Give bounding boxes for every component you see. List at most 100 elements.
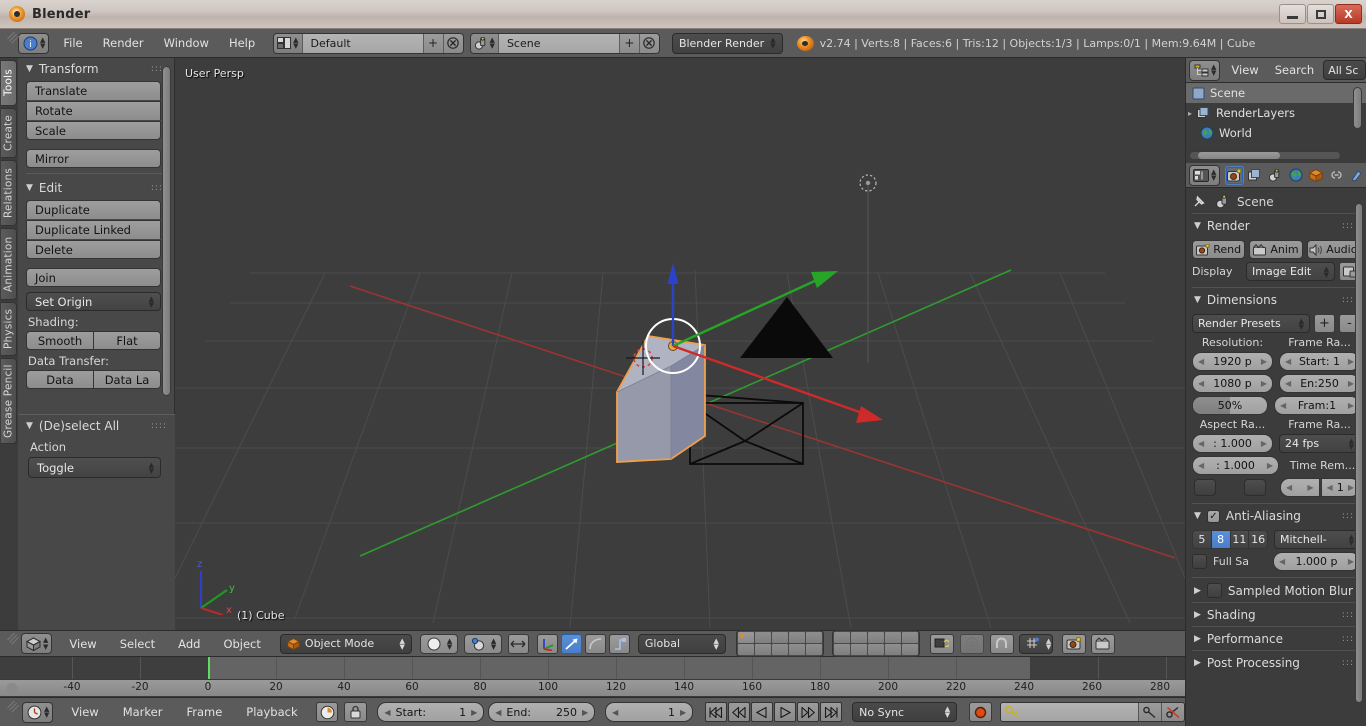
render-image-button[interactable]: Rend <box>1192 240 1245 259</box>
increment-icon[interactable]: ▶ <box>1348 379 1354 388</box>
properties-tab-constraints[interactable] <box>1327 166 1345 185</box>
set-origin-spinner[interactable]: ▲▼ <box>143 296 154 308</box>
decrement-icon[interactable]: ◀ <box>1198 379 1204 388</box>
frame-end-field[interactable]: ◀ End: 250 ▶ <box>488 702 595 722</box>
snap-magnet-icon[interactable] <box>990 634 1014 654</box>
editor-type-selector[interactable]: i ▲▼ <box>18 33 49 54</box>
rotate-button[interactable]: Rotate <box>26 101 161 120</box>
proportional-edit-icon[interactable] <box>960 634 984 654</box>
decrement-icon[interactable]: ◀ <box>1285 379 1291 388</box>
aa-sample-16[interactable]: 16 <box>1249 531 1267 548</box>
set-origin-dropdown[interactable]: Set Origin ▲▼ <box>26 292 161 311</box>
decrement-icon[interactable]: ◀ <box>495 708 501 717</box>
scene-name-value[interactable]: Scene <box>499 34 619 53</box>
crop-checkbox[interactable] <box>1244 479 1266 496</box>
screen-layout-add-button[interactable]: + <box>423 34 443 53</box>
properties-scrollbar[interactable] <box>1355 203 1363 703</box>
maximize-button[interactable] <box>1307 4 1334 24</box>
view-editor-type-selector[interactable]: ▲▼ <box>21 633 52 654</box>
increment-icon[interactable]: ▶ <box>582 708 588 717</box>
antialiasing-checkbox[interactable]: ✓ <box>1207 510 1220 523</box>
jump-to-start-icon[interactable] <box>705 702 727 722</box>
frame-rate-spinner[interactable]: ▲▼ <box>1343 438 1354 450</box>
menu-window[interactable]: Window <box>154 32 219 54</box>
increment-icon[interactable]: ▶ <box>1261 357 1267 366</box>
toolshelf-scrollbar[interactable] <box>162 66 171 396</box>
pivot-point-dropdown[interactable]: ▲▼ <box>464 634 502 654</box>
increment-icon[interactable]: ▶ <box>680 708 686 717</box>
mirror-button[interactable]: Mirror <box>26 149 161 168</box>
panel-header-shading[interactable]: ▶ Shading :::: <box>1192 602 1360 626</box>
properties-tab-render[interactable] <box>1225 166 1244 185</box>
layer-cell[interactable] <box>738 632 754 643</box>
panel-header-performance[interactable]: ▶ Performance :::: <box>1192 626 1360 650</box>
duplicate-button[interactable]: Duplicate <box>26 200 161 219</box>
tool-tab-physics[interactable]: Physics <box>1 302 17 356</box>
decrement-icon[interactable]: ◀ <box>1279 557 1285 566</box>
properties-tab-object[interactable] <box>1307 166 1325 185</box>
scale-manipulator-icon[interactable] <box>585 634 606 654</box>
tool-tab-tools[interactable]: Tools <box>1 60 17 106</box>
properties-tab-render-layers[interactable] <box>1246 166 1264 185</box>
layer-cell[interactable] <box>868 632 884 643</box>
join-button[interactable]: Join <box>26 268 161 287</box>
outliner-row-world[interactable]: World <box>1186 123 1366 143</box>
scale-button[interactable]: Scale <box>26 121 161 140</box>
scene-delete-button[interactable] <box>639 34 659 53</box>
panel-header-edit[interactable]: ▼ Edit :::: <box>18 177 175 199</box>
frame-step-field[interactable]: ◀ Fram:1 ▶ <box>1274 396 1360 415</box>
outliner-menu-search[interactable]: Search <box>1268 59 1322 81</box>
aa-sample-8[interactable]: 8 <box>1212 531 1231 548</box>
resolution-x-field[interactable]: ◀ 1920 p ▶ <box>1192 352 1273 371</box>
increment-icon[interactable]: ▶ <box>1348 557 1354 566</box>
decrement-icon[interactable]: ◀ <box>1198 439 1204 448</box>
layer-cell[interactable] <box>868 644 884 655</box>
view-menu-select[interactable]: Select <box>110 633 165 655</box>
screen-layout-spinner[interactable]: ▲▼ <box>293 37 298 50</box>
layer-cell[interactable] <box>885 644 901 655</box>
decrement-icon[interactable]: ◀ <box>1327 483 1333 492</box>
outliner-tree[interactable]: Scene ▸ RenderLayers World <box>1186 83 1366 163</box>
render-animation-icon[interactable] <box>1091 634 1115 654</box>
timeline-track[interactable] <box>0 657 1185 679</box>
properties-tab-modifiers[interactable] <box>1348 166 1366 185</box>
aa-filter-spinner[interactable]: ▲▼ <box>1343 534 1354 546</box>
scene-spinner[interactable]: ▲▼ <box>490 37 495 50</box>
delete-button[interactable]: Delete <box>26 240 161 259</box>
decrement-icon[interactable]: ◀ <box>1198 461 1204 470</box>
aa-samples-segmented[interactable]: 5 8 11 16 <box>1192 530 1268 549</box>
aa-sample-5[interactable]: 5 <box>1193 531 1212 548</box>
outliner-horizontal-scrollbar-track[interactable] <box>1189 151 1341 160</box>
outliner-menu-view[interactable]: View <box>1224 59 1265 81</box>
properties-editor-type-selector[interactable]: ▲▼ <box>1189 165 1220 186</box>
outliner-display-mode-dropdown[interactable]: All Sc <box>1323 60 1366 80</box>
decrement-icon[interactable]: ◀ <box>612 708 618 717</box>
action-dropdown[interactable]: Toggle ▲▼ <box>28 457 161 478</box>
data-transfer-layout-button[interactable]: Data La <box>94 370 161 389</box>
view-editor-spinner[interactable]: ▲▼ <box>43 637 48 650</box>
panel-grip-icon[interactable]: :::: <box>151 424 167 429</box>
auto-keyframe-icon[interactable] <box>316 702 339 722</box>
layer-cell[interactable] <box>755 644 771 655</box>
layer-cell[interactable] <box>902 632 918 643</box>
timeline-menu-frame[interactable]: Frame <box>176 701 232 723</box>
outliner-vertical-scrollbar[interactable] <box>1353 87 1362 129</box>
view-menu-object[interactable]: Object <box>213 633 270 655</box>
display-mode-spinner[interactable]: ▲▼ <box>1318 266 1329 278</box>
outliner-row-scene[interactable]: Scene <box>1186 83 1366 103</box>
increment-icon[interactable]: ▶ <box>1348 401 1354 410</box>
tool-tab-grease-pencil[interactable]: Grease Pencil <box>1 358 17 444</box>
render-presets-dropdown[interactable]: Render Presets ▲▼ <box>1192 314 1310 333</box>
delete-keyframe-icon[interactable] <box>1161 703 1184 721</box>
render-engine-spinner[interactable]: ▲▼ <box>764 37 775 49</box>
outliner-editor-type-selector[interactable]: ▲▼ <box>1189 60 1220 81</box>
layer-cell[interactable] <box>755 632 771 643</box>
play-reverse-icon[interactable] <box>751 702 773 722</box>
minimize-button[interactable] <box>1279 4 1306 24</box>
motion-blur-checkbox[interactable] <box>1207 583 1222 598</box>
timeline-menu-marker[interactable]: Marker <box>113 701 173 723</box>
timeline-playhead[interactable] <box>208 657 210 679</box>
menu-file[interactable]: File <box>53 32 92 54</box>
layer-cell[interactable] <box>789 644 805 655</box>
aspect-x-field[interactable]: ◀ : 1.000 ▶ <box>1192 434 1273 453</box>
